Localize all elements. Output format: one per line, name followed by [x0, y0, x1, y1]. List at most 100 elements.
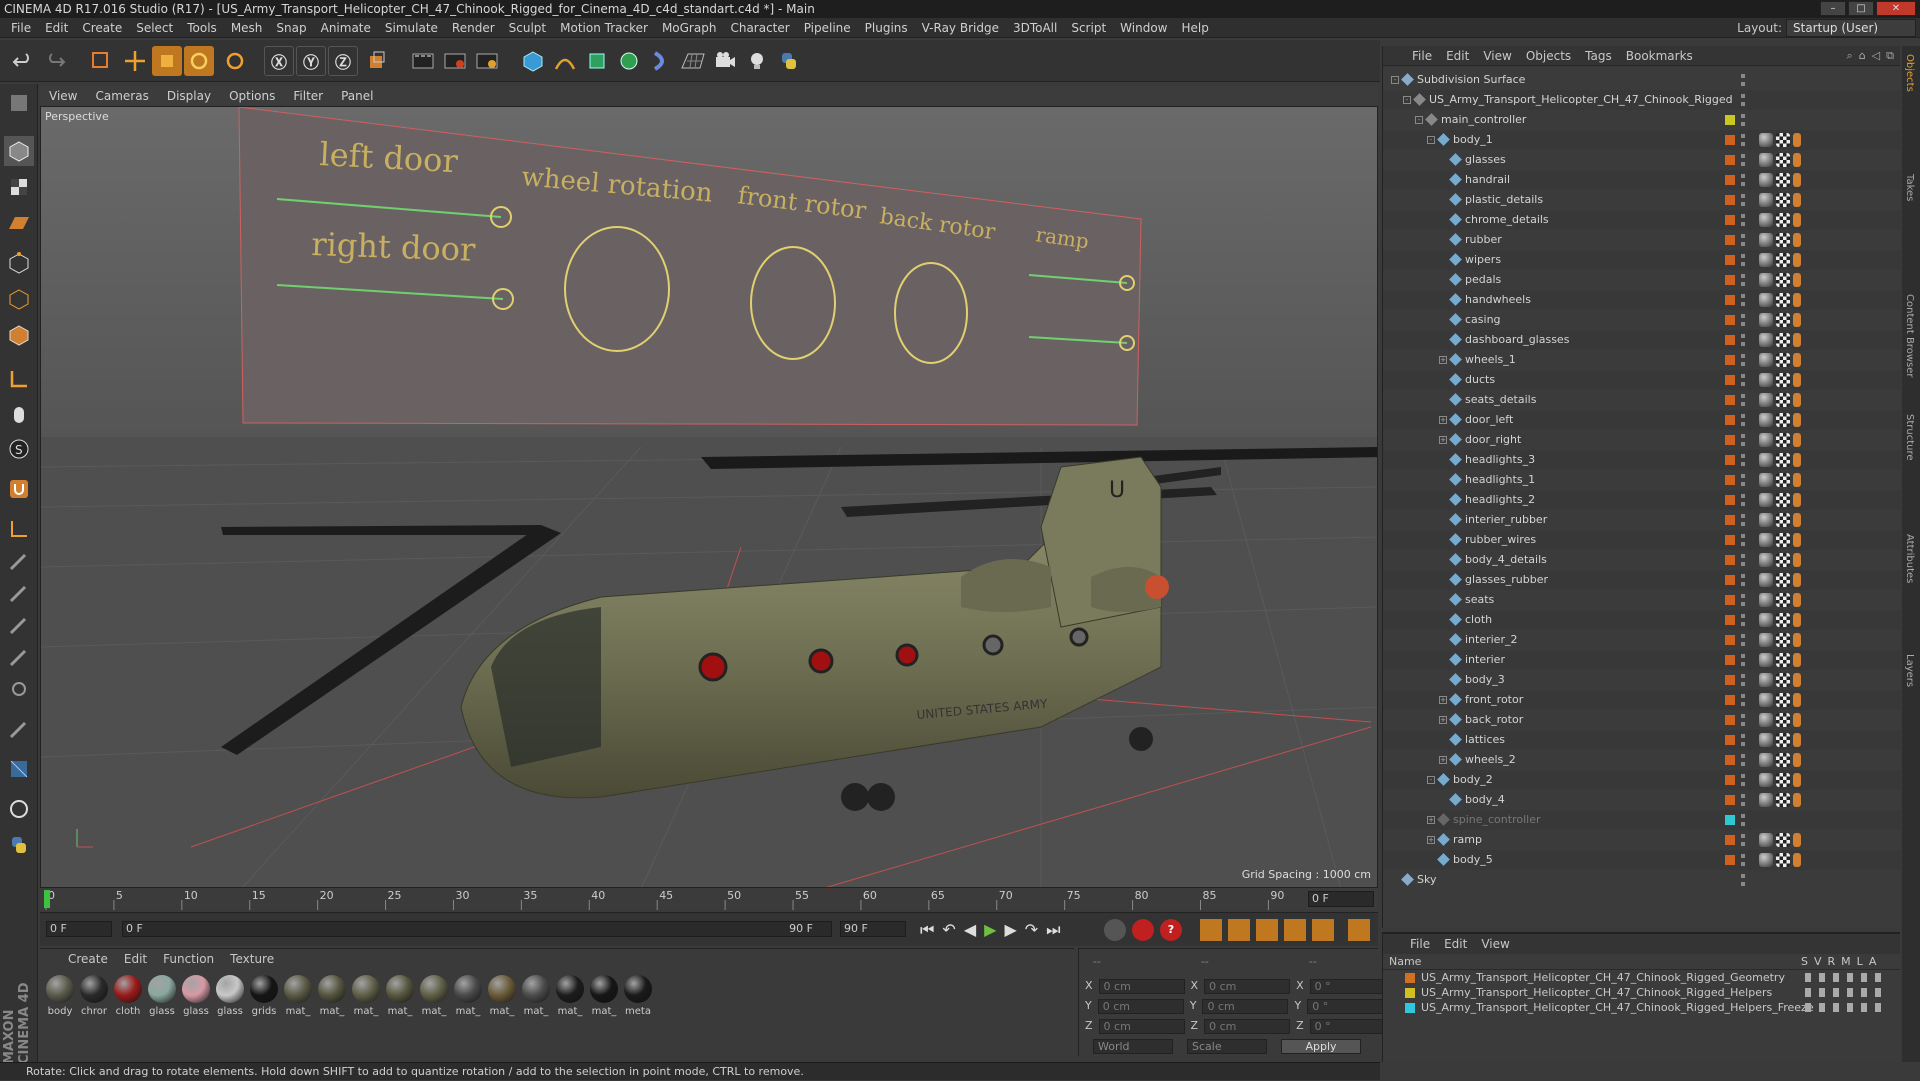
visibility-dots[interactable]	[1741, 394, 1745, 406]
constraint-tag-icon[interactable]	[1793, 153, 1801, 167]
render-settings-icon[interactable]	[472, 46, 502, 76]
layer-color-swatch[interactable]	[1725, 315, 1735, 325]
texture-tag-icon[interactable]	[1776, 793, 1790, 807]
material-item[interactable]: mat_	[452, 975, 484, 1017]
tree-row-interier-rubber[interactable]: interier_rubber	[1383, 510, 1901, 530]
tree-row-dashboard-glasses[interactable]: dashboard_glasses	[1383, 330, 1901, 350]
go-to-end-icon[interactable]: ⏭	[1046, 920, 1060, 940]
constraint-tag-icon[interactable]	[1793, 673, 1801, 687]
visibility-dots[interactable]	[1741, 814, 1745, 826]
visibility-dots[interactable]	[1741, 494, 1745, 506]
material-tag-icon[interactable]	[1759, 633, 1773, 647]
next-key-icon[interactable]: ↷	[1025, 920, 1038, 940]
material-tag-icon[interactable]	[1759, 613, 1773, 627]
texture-tag-icon[interactable]	[1776, 213, 1790, 227]
key-param-icon[interactable]	[1284, 919, 1306, 941]
search-icon[interactable]: ⌕	[1847, 49, 1853, 63]
visibility-dots[interactable]	[1741, 654, 1745, 666]
visibility-dots[interactable]	[1741, 594, 1745, 606]
menu-help[interactable]: Help	[1174, 21, 1215, 35]
menu-mograph[interactable]: MoGraph	[655, 21, 724, 35]
edges-mode-icon[interactable]	[4, 284, 34, 314]
points-mode-icon[interactable]	[4, 248, 34, 278]
expand-toggle-icon[interactable]: -	[1427, 776, 1435, 784]
tree-row-back-rotor[interactable]: + back_rotor	[1383, 710, 1901, 730]
tree-row-glasses[interactable]: glasses	[1383, 150, 1901, 170]
object-menu-edit[interactable]: Edit	[1439, 49, 1476, 63]
side-tab-attributes[interactable]: Attributes	[1904, 534, 1915, 583]
layer-color-swatch[interactable]	[1725, 795, 1735, 805]
expand-toggle-icon[interactable]: +	[1439, 756, 1447, 764]
layer-color-swatch[interactable]	[1725, 635, 1735, 645]
layer-row[interactable]: US_Army_Transport_Helicopter_CH_47_Chino…	[1383, 1000, 1900, 1015]
visibility-dots[interactable]	[1741, 94, 1745, 106]
key-pla-icon[interactable]	[1312, 919, 1334, 941]
constraint-tag-icon[interactable]	[1793, 713, 1801, 727]
material-tag-icon[interactable]	[1759, 413, 1773, 427]
floor-icon[interactable]	[678, 46, 708, 76]
magnet-icon[interactable]	[4, 474, 34, 504]
visibility-dots[interactable]	[1741, 314, 1745, 326]
layer-row[interactable]: US_Army_Transport_Helicopter_CH_47_Chino…	[1383, 970, 1900, 985]
tree-row-glasses-rubber[interactable]: glasses_rubber	[1383, 570, 1901, 590]
material-tag-icon[interactable]	[1759, 573, 1773, 587]
lock-icon[interactable]	[4, 754, 34, 784]
material-tag-icon[interactable]	[1759, 513, 1773, 527]
minimize-button[interactable]: –	[1820, 1, 1846, 16]
layer-color-swatch[interactable]	[1725, 655, 1735, 665]
tree-row-interier-2[interactable]: interier_2	[1383, 630, 1901, 650]
tree-row-casing[interactable]: casing	[1383, 310, 1901, 330]
expand-toggle-icon[interactable]: +	[1439, 716, 1447, 724]
pinch-icon[interactable]	[4, 674, 34, 704]
constraint-tag-icon[interactable]	[1793, 353, 1801, 367]
layer-color-swatch[interactable]	[1725, 455, 1735, 465]
material-item[interactable]: mat_	[520, 975, 552, 1017]
tree-row-body-4[interactable]: body_4	[1383, 790, 1901, 810]
expand-toggle-icon[interactable]: +	[1439, 416, 1447, 424]
autokey-icon[interactable]: ?	[1160, 919, 1182, 941]
texture-tag-icon[interactable]	[1776, 293, 1790, 307]
constraint-tag-icon[interactable]	[1793, 513, 1801, 527]
constraint-tag-icon[interactable]	[1793, 373, 1801, 387]
tree-row-subdivision-surface[interactable]: - Subdivision Surface	[1383, 70, 1901, 90]
size-z-field[interactable]: 0 cm	[1204, 1019, 1291, 1034]
constraint-tag-icon[interactable]	[1793, 693, 1801, 707]
visibility-dots[interactable]	[1741, 334, 1745, 346]
material-tag-icon[interactable]	[1759, 173, 1773, 187]
render-picture-viewer-icon[interactable]	[440, 46, 470, 76]
layer-color-swatch[interactable]	[1405, 988, 1415, 998]
layer-color-swatch[interactable]	[1725, 235, 1735, 245]
go-to-start-icon[interactable]: ⏮	[920, 920, 934, 940]
close-button[interactable]: ✕	[1876, 1, 1916, 16]
object-menu-bookmarks[interactable]: Bookmarks	[1619, 49, 1700, 63]
side-tab-objects[interactable]: Objects	[1904, 54, 1915, 92]
recent-tools-icon[interactable]	[220, 46, 250, 76]
visibility-dots[interactable]	[1741, 114, 1745, 126]
visibility-dots[interactable]	[1741, 154, 1745, 166]
texture-tag-icon[interactable]	[1776, 533, 1790, 547]
home-icon[interactable]: ⌂	[1859, 49, 1866, 63]
menu-sculpt[interactable]: Sculpt	[502, 21, 553, 35]
texture-tag-icon[interactable]	[1776, 133, 1790, 147]
texture-tag-icon[interactable]	[1776, 753, 1790, 767]
texture-tag-icon[interactable]	[1776, 553, 1790, 567]
texture-tag-icon[interactable]	[1776, 773, 1790, 787]
tree-row-body-2[interactable]: - body_2	[1383, 770, 1901, 790]
previous-key-icon[interactable]: ↶	[942, 920, 955, 940]
scale-dropdown[interactable]: Scale	[1187, 1039, 1267, 1054]
material-tag-icon[interactable]	[1759, 133, 1773, 147]
material-menu-function[interactable]: Function	[155, 952, 222, 966]
layer-color-swatch[interactable]	[1405, 973, 1415, 983]
visibility-dots[interactable]	[1741, 414, 1745, 426]
material-item[interactable]: grids	[248, 975, 280, 1017]
tree-row-main-controller[interactable]: - main_controller	[1383, 110, 1901, 130]
snap-icon[interactable]: S	[4, 434, 34, 464]
visibility-dots[interactable]	[1741, 234, 1745, 246]
menu-file[interactable]: File	[4, 21, 38, 35]
layer-row[interactable]: US_Army_Transport_Helicopter_CH_47_Chino…	[1383, 985, 1900, 1000]
viewport-menu-view[interactable]: View	[40, 89, 86, 103]
visibility-dots[interactable]	[1741, 574, 1745, 586]
key-position-icon[interactable]	[1200, 919, 1222, 941]
layer-color-swatch[interactable]	[1725, 355, 1735, 365]
tree-row-cloth[interactable]: cloth	[1383, 610, 1901, 630]
